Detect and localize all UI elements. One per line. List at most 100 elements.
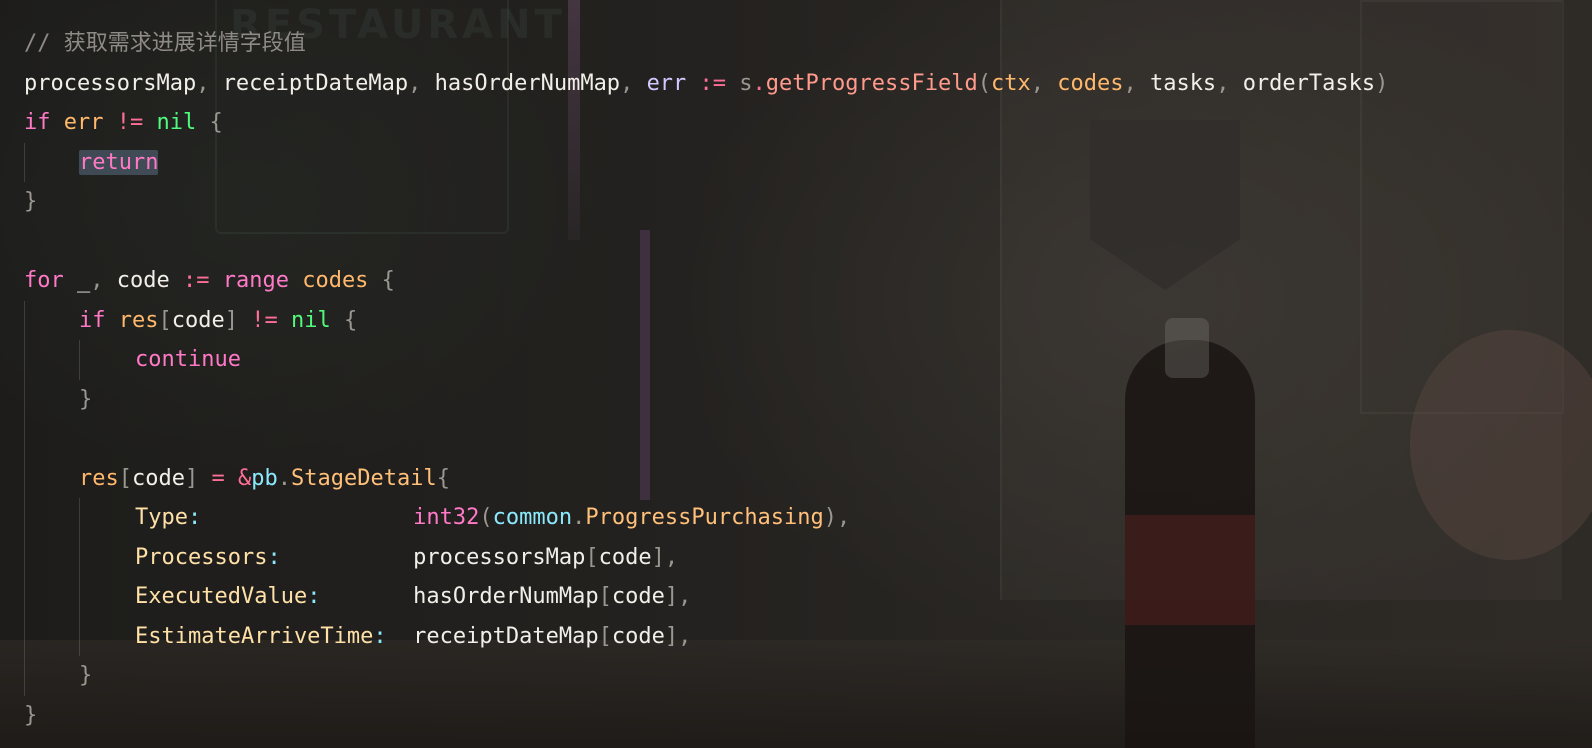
punct-dot: . bbox=[572, 505, 586, 530]
var-code: code bbox=[598, 544, 652, 570]
code-line-11 bbox=[24, 419, 1592, 459]
punct-brace-open: { bbox=[436, 465, 450, 491]
var-receipt-date-map: receiptDateMap bbox=[413, 623, 599, 649]
arg-order-tasks: orderTasks bbox=[1242, 70, 1376, 96]
indent-guide bbox=[24, 577, 25, 617]
type-stage-detail: StageDetail bbox=[290, 465, 437, 491]
var-has-order-num-map: hasOrderNumMap bbox=[413, 584, 599, 609]
var-processors-map: processorsMap bbox=[24, 70, 197, 96]
op-assign: = bbox=[198, 465, 238, 491]
receiver-s: s bbox=[739, 70, 753, 96]
indent-guide bbox=[79, 537, 80, 577]
punct-rbracket: ] bbox=[664, 623, 679, 649]
punct-colon: : bbox=[187, 505, 202, 530]
indent-guide bbox=[24, 142, 25, 182]
punct-colon: : bbox=[307, 584, 321, 609]
var-err: err bbox=[646, 70, 687, 96]
punct-comma: , bbox=[678, 623, 692, 649]
punct-brace-open: { bbox=[196, 110, 223, 135]
punct-colon: : bbox=[267, 544, 281, 570]
comment-text: 获取需求进展详情字段值 bbox=[63, 31, 306, 56]
code-line-4: return bbox=[24, 142, 1592, 182]
punct-brace-open: { bbox=[330, 307, 358, 333]
keyword-nil: nil bbox=[156, 110, 197, 135]
punct-rbracket: ] bbox=[224, 307, 238, 333]
const-progress-purchasing: ProgressPurchasing bbox=[585, 505, 824, 530]
func-get-progress-field: getProgressField bbox=[765, 70, 978, 96]
alignment-padding bbox=[281, 545, 413, 570]
var-res: res bbox=[118, 307, 159, 333]
code-line-9: continue bbox=[24, 340, 1592, 380]
arg-ctx: ctx bbox=[990, 70, 1031, 96]
punct-rparen: ) bbox=[1375, 70, 1389, 96]
indent-guide bbox=[24, 616, 25, 656]
punct-brace-close: } bbox=[79, 386, 93, 412]
code-line-1: // 获取需求进展详情字段值 bbox=[24, 24, 1592, 64]
punct-dot: . bbox=[277, 465, 291, 491]
punct-lbracket: [ bbox=[118, 465, 132, 491]
var-res: res bbox=[79, 465, 119, 491]
indent-guide bbox=[24, 537, 25, 577]
indent-guide bbox=[24, 458, 25, 498]
punct-rbracket: ] bbox=[651, 544, 665, 570]
punct-brace-close: } bbox=[79, 663, 93, 688]
keyword-for: for bbox=[24, 268, 64, 293]
code-line-2: processorsMap, receiptDateMap, hasOrderN… bbox=[24, 64, 1592, 104]
code-line-14: Processors: processorsMap[code], bbox=[24, 537, 1592, 577]
code-line-10: } bbox=[24, 379, 1592, 419]
punct-rparen: ) bbox=[823, 505, 838, 530]
indent-guide bbox=[79, 340, 80, 380]
punct-comma: , bbox=[90, 268, 117, 293]
code-line-16: EstimateArriveTime: receiptDateMap[code]… bbox=[24, 616, 1592, 656]
punct-brace-close: } bbox=[24, 189, 38, 214]
indent-guide bbox=[79, 498, 80, 538]
var-processors-map: processorsMap bbox=[413, 544, 586, 570]
var-code: code bbox=[611, 623, 665, 649]
keyword-range: range bbox=[222, 268, 289, 293]
indent-guide bbox=[24, 419, 25, 459]
field-type: Type bbox=[135, 505, 188, 530]
indent-guide bbox=[24, 340, 25, 380]
punct-comma: , bbox=[678, 584, 692, 609]
punct-comma: , bbox=[1123, 70, 1150, 96]
code-line-5: } bbox=[24, 182, 1592, 222]
code-line-8: if res[code] != nil { bbox=[24, 300, 1592, 340]
field-estimate-arrive-time: EstimateArriveTime bbox=[135, 623, 374, 649]
field-processors: Processors bbox=[135, 544, 268, 570]
op-address-of: & bbox=[237, 465, 252, 491]
op-declare: := bbox=[169, 268, 223, 293]
package-common: common bbox=[492, 505, 573, 530]
punct-lbracket: [ bbox=[585, 544, 599, 570]
var-has-order-num-map: hasOrderNumMap bbox=[434, 70, 621, 96]
func-int32: int32 bbox=[413, 505, 480, 530]
punct-comma: , bbox=[196, 70, 223, 96]
code-line-7: for _, code := range codes { bbox=[24, 261, 1592, 301]
op-not-equal: != bbox=[103, 110, 157, 135]
punct-comma: , bbox=[620, 70, 647, 96]
punct-comma: , bbox=[837, 505, 851, 530]
code-line-3: if err != nil { bbox=[24, 103, 1592, 143]
arg-codes: codes bbox=[1057, 70, 1124, 96]
code-editor[interactable]: // 获取需求进展详情字段值 processorsMap, receiptDat… bbox=[24, 24, 1592, 735]
punct-brace-close: } bbox=[24, 702, 38, 728]
punct-comma: , bbox=[1030, 70, 1058, 96]
var-codes: codes bbox=[302, 268, 369, 293]
package-pb: pb bbox=[251, 465, 278, 491]
indent-guide bbox=[24, 300, 25, 340]
code-line-13: Type: int32(common.ProgressPurchasing), bbox=[24, 498, 1592, 538]
arg-tasks: tasks bbox=[1149, 70, 1217, 96]
keyword-nil: nil bbox=[290, 307, 331, 333]
punct-rbracket: ] bbox=[184, 465, 199, 491]
op-not-equal: != bbox=[237, 307, 291, 333]
punct-colon: : bbox=[373, 623, 387, 649]
field-executed-value: ExecutedValue bbox=[135, 584, 308, 609]
punct-dot: . bbox=[752, 70, 766, 96]
punct-comma: , bbox=[664, 544, 679, 570]
punct-lbracket: [ bbox=[598, 584, 612, 609]
keyword-if: if bbox=[79, 307, 106, 333]
var-code: code bbox=[132, 465, 185, 491]
blank-identifier: _ bbox=[63, 268, 91, 293]
indent-guide bbox=[24, 498, 25, 538]
punct-lparen: ( bbox=[977, 70, 991, 96]
